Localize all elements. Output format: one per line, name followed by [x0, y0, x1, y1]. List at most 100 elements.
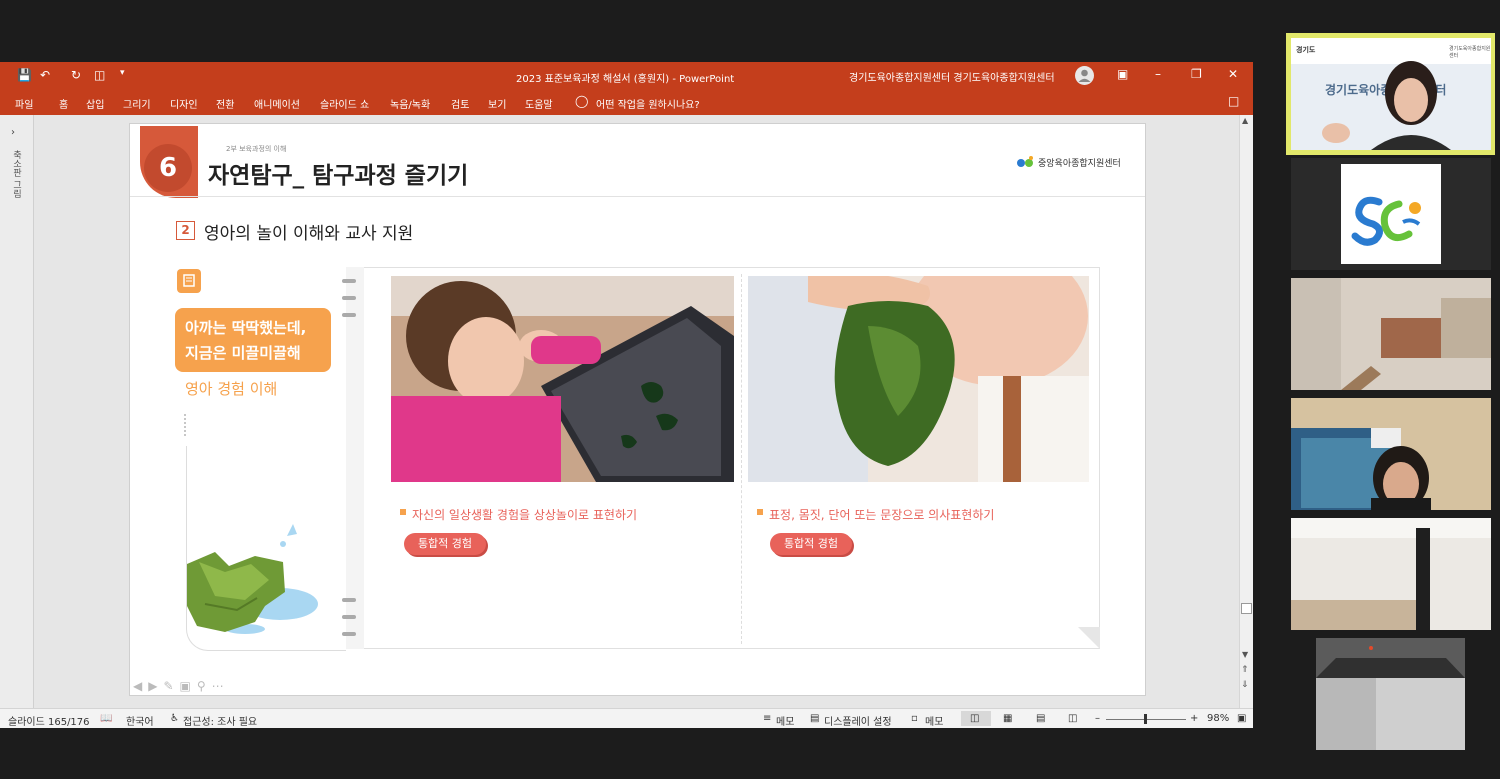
tab-insert[interactable]: 삽입 — [86, 96, 104, 111]
callout-line-1: 아까는 딱딱했는데, — [185, 319, 307, 337]
dotted-connector — [184, 414, 186, 436]
scroll-up-icon[interactable]: ▲ — [1242, 116, 1248, 125]
bullet-icon — [400, 509, 406, 515]
zoom-icon[interactable]: ⚲ — [197, 679, 212, 693]
accessibility-icon[interactable]: ♿ — [170, 713, 179, 724]
comments-icon[interactable]: ▫ — [911, 713, 918, 724]
slide-position: 슬라이드 165/176 — [8, 717, 90, 728]
zoom-level[interactable]: 98% — [1207, 713, 1229, 724]
tab-file[interactable]: 파일 — [15, 96, 33, 111]
restore-button[interactable]: ❐ — [1191, 67, 1202, 81]
card-2-tag: 통합적 경험 — [770, 533, 852, 555]
card-1-tag: 통합적 경험 — [404, 533, 486, 555]
zoom-in-icon[interactable]: + — [1190, 713, 1198, 724]
tab-review[interactable]: 검토 — [451, 96, 469, 111]
photo-child-playing-seaweed — [391, 276, 734, 482]
ribbon-display-options-icon[interactable]: ▣ — [1117, 67, 1128, 81]
participant-tile-5[interactable] — [1291, 518, 1491, 630]
redo-icon[interactable]: ↻ — [71, 68, 81, 82]
zoom-out-icon[interactable]: – — [1095, 713, 1100, 724]
binder-ring — [342, 313, 356, 317]
callout-line-2: 지금은 미끌미끌해 — [185, 344, 301, 362]
participant-tile-3[interactable] — [1291, 278, 1491, 390]
participant-tile-speaker[interactable]: 경기도 경기도육아종합지원센터 경기도육아종합지원센터 — [1291, 38, 1491, 150]
next-icon[interactable]: ▶ — [148, 679, 163, 693]
card-2-caption: 표정, 몸짓, 단어 또는 문장으로 의사표현하기 — [769, 508, 995, 522]
participant-tile-logo[interactable] — [1291, 158, 1491, 270]
pen-icon[interactable]: ✎ — [163, 679, 179, 693]
chapter-number: 6 — [144, 144, 192, 192]
normal-view-icon: ◫ — [970, 713, 980, 724]
close-button[interactable]: ✕ — [1228, 67, 1238, 81]
slide-sorter-icon[interactable]: ▦ — [1003, 713, 1012, 724]
org-logo-text: 중앙육아종합지원센터 — [1038, 159, 1121, 169]
note-icon — [177, 269, 201, 293]
accessibility-status[interactable]: 접근성: 조사 필요 — [183, 713, 257, 728]
photo-child-holding-seaweed — [748, 276, 1089, 482]
notes-button[interactable]: 메모 — [776, 713, 794, 728]
participant-tile-4[interactable] — [1291, 398, 1491, 510]
start-slideshow-icon[interactable]: ◫ — [94, 68, 105, 82]
ribbon-tabs: 파일 홈 삽입 그리기 디자인 전환 애니메이션 슬라이드 쇼 녹음/녹화 검토… — [0, 89, 1253, 115]
scroll-thumb[interactable] — [1241, 603, 1252, 614]
tab-view[interactable]: 보기 — [488, 96, 506, 111]
thumbnail-pane-label: 축소판 그림 — [11, 150, 21, 198]
display-settings-icon[interactable]: ▤ — [810, 713, 819, 724]
section-number: 2 — [176, 221, 195, 240]
previous-slide-icon[interactable]: ⇑ — [1241, 665, 1249, 675]
comment-icon[interactable]: □ — [1228, 94, 1239, 108]
expand-pane-icon[interactable]: › — [11, 127, 15, 138]
tab-transitions[interactable]: 전환 — [216, 96, 234, 111]
more-options-icon[interactable]: ⋯ — [212, 679, 230, 693]
tab-help[interactable]: 도움말 — [525, 96, 553, 111]
display-settings-button[interactable]: 디스플레이 설정 — [824, 713, 892, 728]
zoom-slider-thumb[interactable] — [1144, 714, 1147, 724]
binder-ring — [342, 615, 356, 619]
previous-icon[interactable]: ◀ — [133, 679, 148, 693]
status-bar: 슬라이드 165/176 📖 한국어 ♿ 접근성: 조사 필요 ≡ 메모 ▤ 디… — [0, 708, 1253, 728]
seaweed-illustration — [185, 514, 320, 634]
binder-ring — [342, 296, 356, 300]
fit-to-window-icon[interactable]: ▣ — [1237, 713, 1246, 724]
slideshow-view-icon[interactable]: ◫ — [1068, 713, 1077, 724]
slide-canvas[interactable]: 6 2부 보육과정의 이해 자연탐구_ 탐구과정 즐기기 중앙육아종합지원센터 … — [129, 123, 1146, 696]
undo-icon[interactable]: ↶ — [40, 68, 50, 82]
tab-slideshow[interactable]: 슬라이드 쇼 — [320, 96, 369, 111]
binder-ring — [342, 632, 356, 636]
participant-logo — [1341, 164, 1441, 264]
participant-video — [1291, 278, 1491, 390]
callout-box: 아까는 딱딱했는데, 지금은 미끌미끌해 — [175, 308, 331, 372]
save-icon[interactable]: 💾 — [17, 68, 32, 82]
next-slide-icon[interactable]: ⇓ — [1241, 680, 1249, 690]
org-logo-icon — [1016, 154, 1036, 168]
tab-draw[interactable]: 그리기 — [123, 96, 151, 111]
lightbulb-icon: ◯ — [575, 94, 589, 108]
user-icon — [1078, 69, 1091, 82]
tab-recording[interactable]: 녹음/녹화 — [390, 96, 430, 111]
notes-icon[interactable]: ≡ — [763, 713, 771, 724]
comments-button[interactable]: 메모 — [925, 713, 943, 728]
scroll-down-icon[interactable]: ▼ — [1242, 650, 1248, 659]
slides-icon[interactable]: ▣ — [180, 679, 197, 693]
language-indicator[interactable]: 한국어 — [126, 713, 154, 728]
card-1-caption: 자신의 일상생활 경험을 상상놀이로 표현하기 — [412, 508, 638, 522]
participant-tile-6[interactable] — [1316, 638, 1465, 750]
slideshow-toolbar[interactable]: ◀▶✎▣⚲⋯ — [133, 679, 230, 693]
minimize-button[interactable]: – — [1155, 67, 1161, 81]
avatar[interactable] — [1075, 66, 1094, 85]
column-divider — [741, 274, 742, 644]
tell-me-input[interactable]: 어떤 작업을 원하시나요? — [596, 96, 700, 111]
tab-animations[interactable]: 애니메이션 — [254, 96, 300, 111]
header-divider — [130, 196, 1145, 197]
spellcheck-icon[interactable]: 📖 — [100, 713, 112, 724]
tab-home[interactable]: 홈 — [59, 96, 68, 111]
vertical-scrollbar[interactable]: ▲ ▼ ⇑ ⇓ — [1239, 115, 1253, 708]
account-name[interactable]: 경기도육아종합지원센터 경기도육아종합지원센터 — [849, 69, 1055, 84]
tab-design[interactable]: 디자인 — [170, 96, 198, 111]
thumbnail-pane: › 축소판 그림 — [0, 115, 34, 708]
binder-ring — [342, 598, 356, 602]
participant-video — [1291, 518, 1491, 630]
reading-view-icon[interactable]: ▤ — [1036, 713, 1045, 724]
customize-toolbar-icon[interactable]: ▾ — [120, 68, 125, 78]
breadcrumb: 2부 보육과정의 이해 — [226, 145, 287, 153]
